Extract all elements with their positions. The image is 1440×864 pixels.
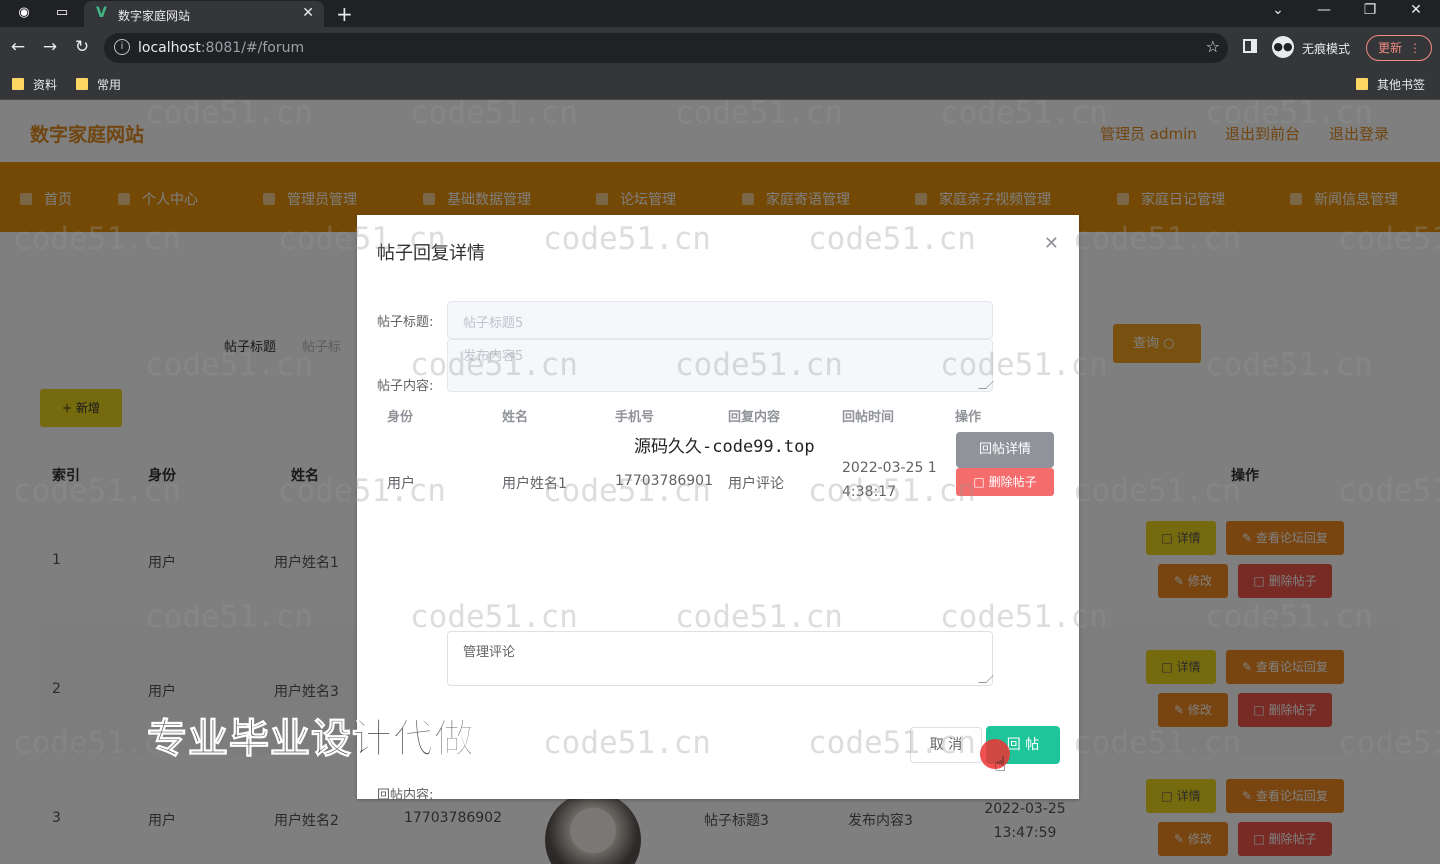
url-host: localhost bbox=[138, 40, 201, 56]
tab-title: 数字家庭网站 bbox=[118, 9, 191, 23]
bookmark-star-icon[interactable]: ☆ bbox=[1206, 37, 1220, 56]
content-field: 发布内容5 bbox=[447, 339, 994, 392]
minimize-icon[interactable]: — bbox=[1314, 2, 1334, 18]
close-icon[interactable]: ✕ bbox=[1044, 233, 1059, 254]
tab-list-icon[interactable]: ⌄ bbox=[1268, 2, 1288, 18]
folder-icon bbox=[12, 78, 24, 90]
other-bookmarks[interactable]: 其他书签 bbox=[1356, 76, 1425, 93]
back-icon[interactable]: ← bbox=[8, 37, 28, 57]
reply-label: 回帖内容: bbox=[377, 788, 434, 803]
side-panel-icon[interactable] bbox=[1243, 39, 1257, 53]
reply-col-phone: 手机号 bbox=[615, 410, 655, 425]
title-field: 帖子标题5 bbox=[447, 301, 993, 339]
reply-time-line2: 4:38:17 bbox=[842, 484, 896, 500]
reload-icon[interactable]: ↻ bbox=[72, 37, 92, 57]
reply-content: 用户评论 bbox=[728, 476, 784, 492]
browser-menu-icon[interactable]: ◉ bbox=[14, 4, 34, 22]
reply-phone: 17703786901 bbox=[615, 473, 713, 489]
incognito-icon[interactable]: ●● bbox=[1272, 36, 1294, 58]
forward-icon[interactable]: → bbox=[40, 37, 60, 57]
reply-col-role: 身份 bbox=[387, 410, 414, 425]
site-info-icon[interactable]: i bbox=[114, 39, 130, 55]
url-path: :8081/#/forum bbox=[200, 40, 305, 56]
update-button[interactable]: 更新 ⋮ bbox=[1366, 35, 1432, 61]
promo-watermark: 专业毕业设计代做 bbox=[147, 716, 475, 763]
reply-col-time: 回帖时间 bbox=[842, 410, 895, 425]
page: 数字家庭网站 管理员 admin 退出到前台 退出登录 首页 个人中心 管理员管… bbox=[0, 100, 1440, 864]
bookmark-folder-changyong[interactable]: 常用 bbox=[76, 76, 121, 93]
content-label: 帖子内容: bbox=[377, 379, 434, 394]
reply-textarea[interactable]: 管理评论 bbox=[447, 631, 994, 686]
url-text: localhost:8081/#/forum bbox=[138, 40, 304, 56]
folder-icon bbox=[1356, 78, 1368, 90]
update-label: 更新 bbox=[1378, 41, 1403, 55]
address-bar[interactable]: i localhost:8081/#/forum ☆ bbox=[104, 33, 1228, 63]
restore-icon[interactable]: ❐ bbox=[1360, 2, 1380, 18]
folder-icon bbox=[76, 78, 88, 90]
dialog-title: 帖子回复详情 bbox=[377, 243, 485, 264]
vue-logo-icon: V bbox=[96, 5, 107, 21]
browser-toolbar: ← → ↻ i localhost:8081/#/forum ☆ ●● 无痕模式… bbox=[0, 27, 1440, 69]
reply-col-name: 姓名 bbox=[502, 410, 529, 425]
reply-col-actions: 操作 bbox=[955, 410, 982, 425]
reply-delete-button[interactable]: □ 删除帖子 bbox=[956, 468, 1054, 496]
title-label: 帖子标题: bbox=[377, 315, 434, 330]
bookmarks-bar: 资料 常用 其他书签 bbox=[0, 69, 1440, 100]
new-tab-button[interactable]: + bbox=[336, 2, 353, 26]
browser-tab[interactable]: V 数字家庭网站 ✕ bbox=[84, 1, 324, 27]
hand-cursor-icon: ☝ bbox=[994, 752, 1007, 776]
window-close-icon[interactable]: ✕ bbox=[1406, 2, 1426, 18]
tab-close-icon[interactable]: ✕ bbox=[302, 5, 314, 21]
reply-col-content: 回复内容 bbox=[728, 410, 781, 425]
bookmark-folder-ziliao[interactable]: 资料 bbox=[12, 76, 57, 93]
reply-detail-button[interactable]: 回帖详情 bbox=[956, 432, 1054, 468]
tab-search-icon[interactable]: ▭ bbox=[52, 4, 72, 22]
kebab-menu-icon: ⋮ bbox=[1409, 41, 1421, 55]
cancel-button[interactable]: 取 消 bbox=[910, 727, 982, 763]
incognito-label: 无痕模式 bbox=[1302, 42, 1351, 56]
reply-name: 用户姓名1 bbox=[502, 476, 567, 492]
center-watermark: 源码久久-code99.top bbox=[634, 437, 815, 457]
reply-time-line1: 2022-03-25 1 bbox=[842, 460, 937, 476]
reply-role: 用户 bbox=[387, 476, 415, 492]
browser-tab-bar: ◉ ▭ V 数字家庭网站 ✕ + ⌄ — ❐ ✕ bbox=[0, 0, 1440, 27]
